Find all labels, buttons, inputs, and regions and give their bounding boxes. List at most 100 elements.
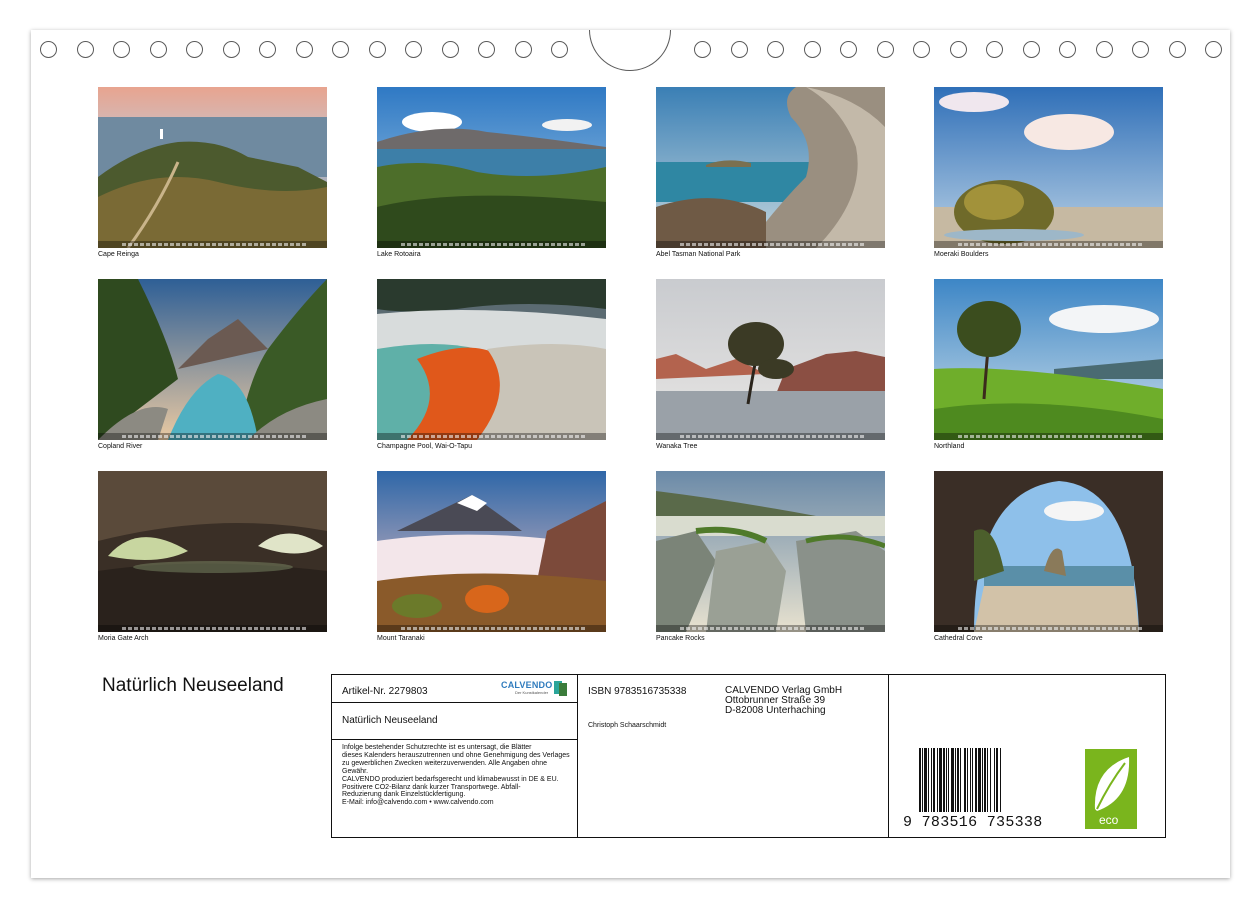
- day-tick: [1060, 243, 1064, 246]
- day-tick: [266, 627, 270, 630]
- binding-hole: [76, 41, 94, 58]
- day-tick: [982, 435, 986, 438]
- thumbnail-moeraki-boulders: [934, 87, 1163, 248]
- day-tick: [218, 243, 222, 246]
- caption-month-2: Lake Rotoaira: [377, 251, 421, 258]
- day-tick: [551, 627, 555, 630]
- day-tick: [1084, 627, 1088, 630]
- caption-month-12: Cathedral Cove: [934, 635, 983, 642]
- day-tick: [581, 627, 585, 630]
- caption-month-5: Copland River: [98, 443, 143, 450]
- binding-hole: [222, 41, 240, 58]
- day-tick: [134, 627, 138, 630]
- day-tick: [722, 627, 726, 630]
- day-tick: [527, 435, 531, 438]
- day-tick: [431, 627, 435, 630]
- day-tick: [509, 627, 513, 630]
- day-tick: [854, 627, 858, 630]
- day-tick: [248, 435, 252, 438]
- day-tick: [539, 435, 543, 438]
- binding-hole: [441, 41, 459, 58]
- day-tick: [1084, 243, 1088, 246]
- day-tick: [545, 627, 549, 630]
- day-tick: [848, 243, 852, 246]
- day-tick: [770, 435, 774, 438]
- divider: [888, 675, 889, 837]
- day-tick: [563, 243, 567, 246]
- day-tick: [140, 243, 144, 246]
- day-tick: [1114, 243, 1118, 246]
- day-tick: [1108, 627, 1112, 630]
- day-tick: [716, 627, 720, 630]
- day-tick: [503, 243, 507, 246]
- day-tick: [449, 243, 453, 246]
- day-tick: [686, 243, 690, 246]
- day-tick: [812, 435, 816, 438]
- day-tick: [794, 243, 798, 246]
- cave-arch-icon: [98, 471, 327, 632]
- day-tick: [1048, 243, 1052, 246]
- legal-line: E-Mail: info@calvendo.com • www.calvendo…: [342, 799, 494, 807]
- day-tick: [200, 627, 204, 630]
- day-tick: [212, 243, 216, 246]
- day-tick: [1090, 627, 1094, 630]
- day-tick: [461, 435, 465, 438]
- barcode-number: 9 783516 735338: [903, 814, 1043, 831]
- day-tick: [413, 627, 417, 630]
- day-tick: [1066, 243, 1070, 246]
- day-tick: [479, 243, 483, 246]
- day-tick: [581, 435, 585, 438]
- day-tick: [248, 243, 252, 246]
- day-tick: [836, 243, 840, 246]
- day-tick: [734, 627, 738, 630]
- binding-hole: [40, 41, 57, 58]
- day-tick: [1036, 435, 1040, 438]
- day-tick: [581, 243, 585, 246]
- caption-month-1: Cape Reinga: [98, 251, 139, 258]
- day-tick: [1006, 627, 1010, 630]
- day-tick: [818, 243, 822, 246]
- binding-hole: [332, 41, 349, 58]
- day-tick: [1024, 627, 1028, 630]
- day-tick: [1138, 243, 1142, 246]
- day-tick: [497, 243, 501, 246]
- day-tick: [734, 435, 738, 438]
- day-tick: [425, 627, 429, 630]
- day-tick: [302, 627, 306, 630]
- day-tick: [794, 435, 798, 438]
- day-tick: [206, 243, 210, 246]
- sea-cave-icon: [934, 471, 1163, 632]
- day-tick: [467, 435, 471, 438]
- day-tick: [296, 243, 300, 246]
- barcode-bar: [931, 748, 932, 812]
- binding-hole: [478, 41, 495, 58]
- day-tick: [569, 243, 573, 246]
- geothermal-pool-icon: [377, 279, 606, 440]
- binding-hole: [1022, 41, 1040, 58]
- date-strip: [656, 433, 885, 440]
- day-tick: [746, 243, 750, 246]
- day-tick: [473, 435, 477, 438]
- day-tick: [824, 627, 828, 630]
- day-tick: [770, 627, 774, 630]
- legal-line: dieses Kalenders herauszutrennen und ohn…: [342, 751, 570, 759]
- day-tick: [176, 435, 180, 438]
- day-tick: [164, 435, 168, 438]
- day-tick: [1072, 435, 1076, 438]
- barcode-bar: [924, 748, 927, 812]
- day-tick: [1066, 435, 1070, 438]
- thumbnail-copland-river: [98, 279, 327, 440]
- day-tick: [419, 627, 423, 630]
- river-icon: [98, 279, 327, 440]
- day-tick: [740, 435, 744, 438]
- barcode-bar: [970, 748, 971, 812]
- binding-hole: [986, 41, 1003, 58]
- day-tick: [260, 627, 264, 630]
- day-tick: [988, 435, 992, 438]
- day-tick: [1132, 627, 1136, 630]
- day-tick: [152, 627, 156, 630]
- day-tick: [830, 435, 834, 438]
- day-tick: [958, 435, 962, 438]
- day-tick: [164, 243, 168, 246]
- day-tick: [158, 435, 162, 438]
